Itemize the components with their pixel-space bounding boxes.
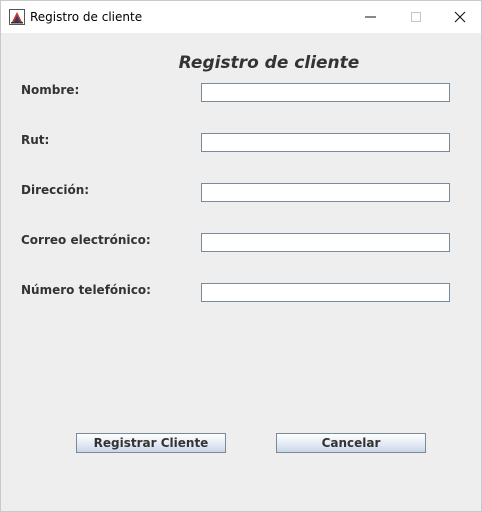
maximize-button[interactable] bbox=[393, 1, 439, 33]
name-label: Nombre: bbox=[21, 83, 80, 97]
title-bar[interactable]: Registro de cliente bbox=[1, 1, 481, 33]
name-input[interactable] bbox=[201, 83, 450, 102]
minimize-icon bbox=[365, 16, 376, 18]
email-label: Correo electrónico: bbox=[21, 233, 151, 247]
form-title: Registro de cliente bbox=[178, 53, 360, 73]
register-client-button[interactable]: Registrar Cliente bbox=[76, 433, 226, 453]
form-panel: Registro de cliente Nombre: Rut: Direcci… bbox=[1, 33, 481, 511]
rut-label: Rut: bbox=[21, 133, 50, 147]
phone-label: Número telefónico: bbox=[21, 283, 151, 297]
java-app-icon bbox=[9, 9, 25, 25]
close-icon bbox=[454, 11, 466, 23]
email-input[interactable] bbox=[201, 233, 450, 252]
minimize-button[interactable] bbox=[348, 1, 394, 33]
close-button[interactable] bbox=[437, 1, 482, 33]
cancel-button[interactable]: Cancelar bbox=[276, 433, 426, 453]
rut-input[interactable] bbox=[201, 133, 450, 152]
address-label: Dirección: bbox=[21, 183, 90, 197]
app-window: Registro de cliente Registro de cliente … bbox=[0, 0, 482, 512]
address-input[interactable] bbox=[201, 183, 450, 202]
phone-input[interactable] bbox=[201, 283, 450, 302]
maximize-icon bbox=[411, 12, 421, 22]
window-title: Registro de cliente bbox=[30, 10, 143, 24]
